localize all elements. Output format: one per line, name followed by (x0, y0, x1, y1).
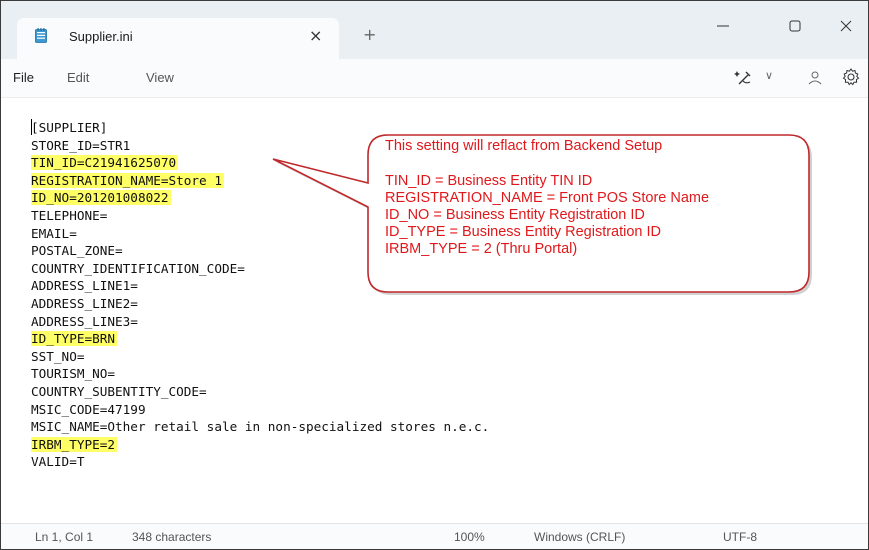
code-line-text: [SUPPLIER] (31, 120, 108, 135)
callout-line: TIN_ID = Business Entity TIN ID (385, 173, 593, 189)
highlighted-setting: TIN_ID=C21941625070 (31, 155, 179, 171)
status-zoom[interactable]: 100% (454, 530, 485, 544)
status-characters: 348 characters (132, 530, 212, 544)
code-line: EMAIL= (31, 225, 77, 243)
menu-bar: File Edit View ∨ (1, 59, 868, 98)
title-bar: Supplier.ini × + (1, 1, 868, 59)
code-line: ADDRESS_LINE3= (31, 313, 138, 331)
text-editor[interactable]: [SUPPLIER] STORE_ID=STR1 TIN_ID=C219416250… (1, 98, 868, 513)
highlighted-setting: IRBM_TYPE=2 (31, 436, 118, 452)
callout-line: ID_NO = Business Entity Registration ID (385, 207, 645, 223)
gear-icon[interactable] (841, 67, 861, 87)
callout-line: ID_TYPE = Business Entity Registration I… (385, 224, 662, 240)
code-line: ID_TYPE=BRN (31, 330, 118, 348)
code-line: ADDRESS_LINE2= (31, 295, 138, 313)
code-line-text: MSIC_NAME=Other retail sale in non-speci… (31, 419, 490, 435)
highlighted-setting: REGISTRATION_NAME=Store 1 (31, 172, 224, 188)
code-line: POSTAL_ZONE= (31, 242, 123, 260)
notepad-window: Supplier.ini × + File Edit View ∨ [SUPPL… (0, 0, 869, 550)
copilot-rewrite-icon[interactable] (733, 67, 755, 89)
code-line-text: EMAIL= (31, 225, 77, 241)
copilot-chevron-down-icon[interactable]: ∨ (765, 69, 773, 82)
tab-close-icon[interactable]: × (309, 26, 322, 45)
code-line-text: TOURISM_NO= (31, 366, 116, 382)
code-line-text: TELEPHONE= (31, 208, 108, 223)
code-line: TELEPHONE= (31, 207, 107, 225)
code-line-text: COUNTRY_IDENTIFICATION_CODE= (31, 260, 245, 276)
tab-supplier-ini[interactable]: Supplier.ini × (17, 18, 339, 59)
code-line: SST_NO= (31, 348, 84, 366)
code-line-text: POSTAL_ZONE= (31, 243, 123, 259)
notepad-icon (35, 28, 47, 43)
new-tab-icon[interactable]: + (363, 25, 376, 44)
code-line: ADDRESS_LINE1= (31, 277, 138, 295)
maximize-button[interactable] (775, 15, 815, 37)
callout-heading: This setting will reflact from Backend S… (385, 138, 663, 154)
maximize-icon (789, 20, 801, 32)
status-bar: Ln 1, Col 1 348 characters 100% Windows … (1, 523, 868, 549)
code-line-text: COUNTRY_SUBENTITY_CODE= (31, 384, 207, 399)
callout-line: IRBM_TYPE = 2 (Thru Portal) (385, 241, 578, 257)
code-line: TIN_ID=C21941625070 (31, 154, 179, 172)
code-line: COUNTRY_SUBENTITY_CODE= (31, 383, 207, 401)
code-line: STORE_ID=STR1 (31, 137, 130, 155)
code-line-text: MSIC_CODE=47199 (31, 401, 146, 417)
close-window-button[interactable] (831, 15, 861, 37)
code-line-text: ADDRESS_LINE3= (31, 313, 138, 329)
account-icon[interactable] (806, 69, 824, 87)
menu-view[interactable]: View (146, 70, 174, 85)
code-line-text: VALID=T (31, 454, 85, 470)
status-line-ending[interactable]: Windows (CRLF) (534, 530, 625, 544)
highlighted-setting: ID_TYPE=BRN (31, 331, 118, 347)
code-line: MSIC_CODE=47199 (31, 401, 146, 419)
minimize-icon (717, 25, 729, 27)
code-line-text: ADDRESS_LINE2= (31, 296, 138, 311)
callout-line: REGISTRATION_NAME = Front POS Store Name (385, 190, 710, 206)
code-line-text: ADDRESS_LINE1= (31, 278, 138, 294)
close-icon (840, 20, 852, 32)
code-line: REGISTRATION_NAME=Store 1 (31, 172, 224, 190)
menu-file[interactable]: File (13, 70, 34, 85)
code-line: VALID=T (31, 453, 84, 471)
code-line: [SUPPLIER] (31, 119, 107, 137)
minimize-button[interactable] (703, 15, 743, 37)
code-line: ID_NO=201201008022 (31, 189, 171, 207)
code-line-text: SST_NO= (31, 348, 85, 364)
highlighted-setting: ID_NO=201201008022 (31, 190, 171, 206)
code-line: IRBM_TYPE=2 (31, 436, 118, 454)
status-encoding[interactable]: UTF-8 (723, 530, 757, 544)
tab-title: Supplier.ini (69, 29, 133, 44)
code-line: MSIC_NAME=Other retail sale in non-speci… (31, 418, 489, 436)
menu-edit[interactable]: Edit (67, 70, 89, 85)
code-line: COUNTRY_IDENTIFICATION_CODE= (31, 260, 245, 278)
status-position: Ln 1, Col 1 (35, 530, 94, 544)
code-line: TOURISM_NO= (31, 365, 115, 383)
code-line-text: STORE_ID=STR1 (31, 137, 131, 153)
